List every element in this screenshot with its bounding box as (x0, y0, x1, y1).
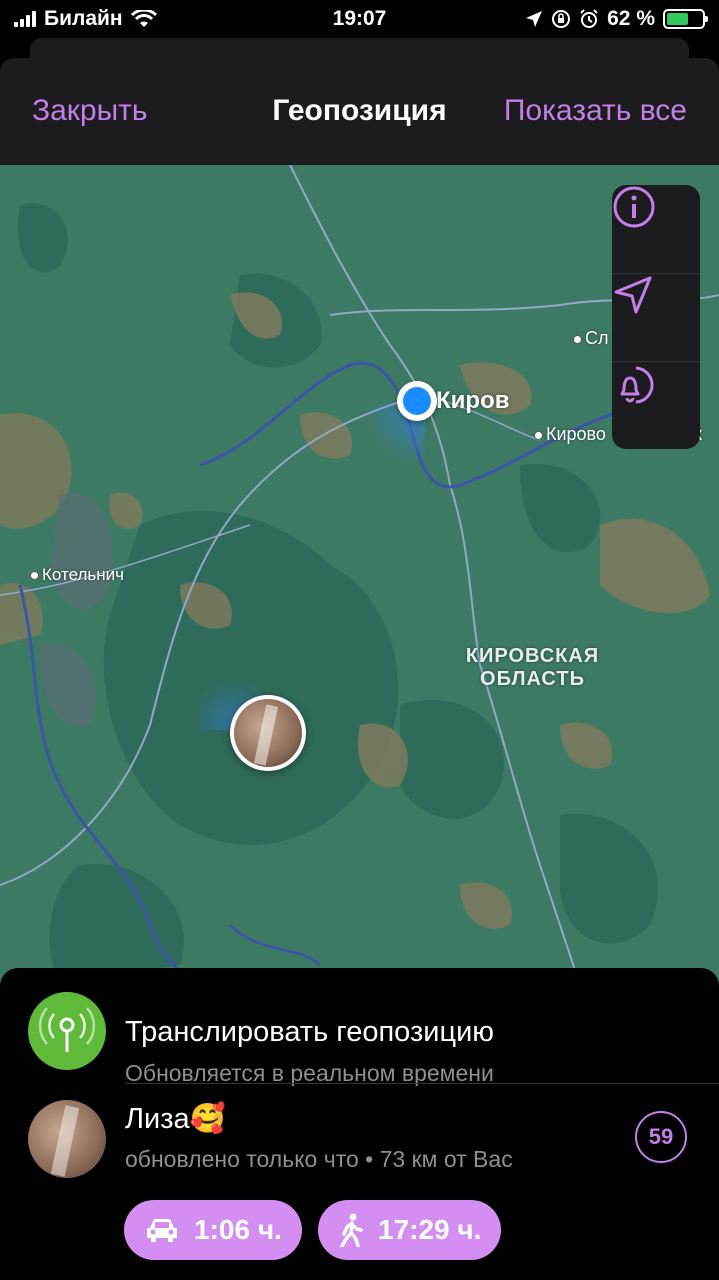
walk-time: 17:29 ч. (378, 1214, 482, 1245)
map-controls (612, 185, 700, 449)
city-label-kotelnich-text: Котельнич (42, 565, 124, 584)
status-bar: Билайн 19:07 62 % (0, 0, 719, 40)
navigation-bar: Закрыть Геопозиция Показать все (0, 58, 719, 166)
share-live-location-row[interactable]: Транслировать геопозицию Обновляется в р… (0, 988, 719, 1086)
city-label-kirovo-chepetsk-text: Кирово (546, 424, 606, 444)
city-dot (573, 334, 582, 344)
contact-status: обновлено только что • 73 км от Вас (125, 1146, 513, 1172)
city-label-slobodskoy-text: Сл (585, 328, 609, 348)
user-location-marker (397, 381, 437, 421)
friend-avatar (234, 699, 302, 767)
divider (125, 1083, 719, 1084)
info-icon (613, 186, 655, 228)
share-live-location-title: Транслировать геопозицию (125, 1016, 495, 1048)
region-label-line2: ОБЛАСТЬ (480, 668, 585, 690)
bottom-panel: Транслировать геопозицию Обновляется в р… (0, 968, 719, 1280)
battery-icon (663, 9, 708, 29)
contact-distance: 73 км от Вас (379, 1146, 513, 1172)
region-label-line1: КИРОВСКАЯ (465, 645, 600, 667)
map-view[interactable]: Киров Котельнич Сл Кирово к КИРОВСКАЯ ОБ… (0, 165, 719, 985)
show-all-button[interactable]: Показать все (504, 94, 687, 128)
city-label-slobodskoy: Сл (573, 328, 609, 349)
proximity-alert-icon (620, 366, 654, 404)
drive-time: 1:06 ч. (194, 1214, 282, 1245)
battery-percent: 62 % (607, 7, 655, 30)
region-label: КИРОВСКАЯ ОБЛАСТЬ (455, 645, 610, 691)
info-button[interactable] (612, 185, 700, 273)
city-label-kirov: Киров (436, 387, 510, 414)
city-label-kotelnich: Котельнич (30, 565, 124, 585)
drive-directions-button[interactable]: 1:06 ч. (124, 1200, 302, 1260)
location-services-icon (526, 11, 543, 27)
proximity-alert-button[interactable] (612, 361, 700, 450)
current-location-button[interactable] (612, 273, 700, 362)
walk-directions-button[interactable]: 17:29 ч. (318, 1200, 502, 1260)
contact-updated: обновлено только что (125, 1146, 359, 1172)
live-timer-badge[interactable]: 59 (635, 1111, 687, 1163)
car-icon (147, 1219, 177, 1242)
city-label-kirovo-chepetsk: Кирово (534, 424, 606, 445)
orientation-lock-icon (552, 10, 571, 28)
contact-avatar (28, 1100, 106, 1178)
city-dot (534, 430, 543, 440)
alarm-icon (580, 9, 598, 28)
location-arrow-icon (614, 276, 652, 314)
live-location-icon (28, 992, 106, 1070)
city-dot (30, 571, 39, 581)
friend-location-pin[interactable] (230, 695, 306, 771)
walking-icon (340, 1213, 363, 1247)
contact-name: Лиза🥰 (125, 1103, 226, 1135)
